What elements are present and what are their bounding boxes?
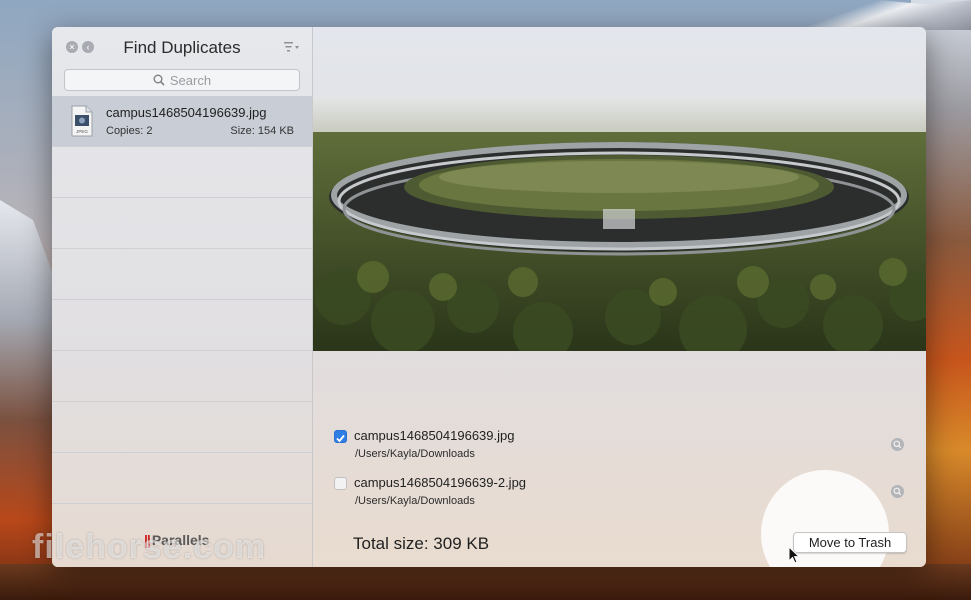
duplicate-file-name: campus1468504196639.jpg	[354, 428, 515, 443]
desktop-wallpaper-bottom	[0, 564, 971, 600]
checkmark-icon	[336, 434, 345, 443]
total-size: Total size: 309 KB	[353, 534, 490, 553]
duplicate-checkbox-checked[interactable]	[334, 430, 347, 443]
list-item[interactable]: JPEG campus1468504196639.jpg Copies: 2 S…	[52, 96, 312, 147]
duplicate-entry: campus1468504196639.jpg /Users/Kayla/Dow…	[334, 428, 904, 468]
detail-pane: campus1468504196639.jpg /Users/Kayla/Dow…	[313, 27, 926, 567]
empty-row	[52, 351, 312, 402]
move-to-trash-button[interactable]: Move to Trash	[793, 532, 907, 553]
duplicate-file-path: /Users/Kayla/Downloads	[355, 495, 475, 507]
copies-count: Copies: 2	[106, 125, 153, 137]
image-preview	[313, 97, 926, 351]
empty-row	[52, 300, 312, 351]
magnifier-reveal-icon[interactable]	[891, 485, 904, 498]
duplicate-checkbox-unchecked[interactable]	[334, 477, 347, 490]
sidebar: × ‹ Find Duplicates Search JPEG campus14…	[52, 27, 313, 567]
magnifier-reveal-icon[interactable]	[891, 438, 904, 451]
empty-row	[52, 453, 312, 504]
search-icon	[153, 74, 165, 86]
empty-row	[52, 402, 312, 453]
window-title: Find Duplicates	[123, 38, 241, 57]
duplicate-file-path: /Users/Kayla/Downloads	[355, 448, 475, 460]
watermark: filehorse.com	[32, 528, 267, 566]
campus-photo	[313, 97, 926, 351]
desktop-wallpaper-mountain	[761, 0, 971, 30]
empty-row	[52, 198, 312, 249]
sort-menu-icon[interactable]	[284, 41, 300, 53]
duplicate-file-name: campus1468504196639-2.jpg	[354, 475, 527, 490]
mouse-cursor-icon	[788, 546, 800, 564]
find-duplicates-window: × ‹ Find Duplicates Search JPEG campus14…	[52, 27, 926, 567]
jpeg-file-icon: JPEG	[71, 105, 93, 137]
file-size: Size: 154 KB	[230, 125, 294, 137]
svg-text:JPEG: JPEG	[76, 129, 88, 134]
titlebar: × ‹ Find Duplicates	[52, 27, 312, 67]
empty-row	[52, 249, 312, 300]
duplicate-list: JPEG campus1468504196639.jpg Copies: 2 S…	[52, 96, 312, 504]
empty-row	[52, 147, 312, 198]
search-placeholder: Search	[169, 72, 212, 88]
search-field[interactable]: Search	[64, 69, 300, 91]
file-name: campus1468504196639.jpg	[106, 105, 267, 120]
